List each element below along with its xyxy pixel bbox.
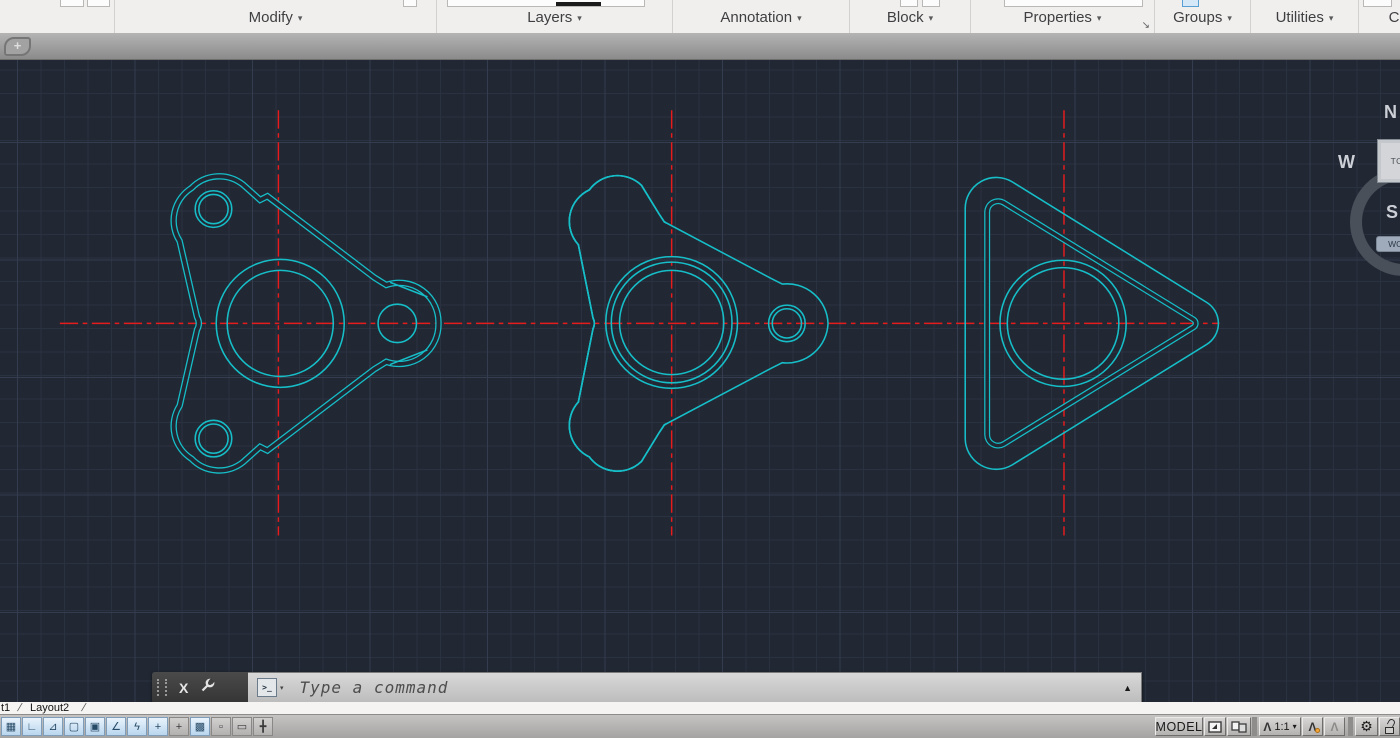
toggle-selection-cycling[interactable]: ▩ (190, 717, 210, 736)
panel-label: Properties (1024, 9, 1092, 26)
layout-icon (1208, 721, 1222, 733)
panel-label: Block (887, 9, 924, 26)
ribbon-panel-modify[interactable]: Modify ▾ (115, 0, 437, 33)
tab-separator: / (80, 702, 87, 714)
quick-view-drawings-button[interactable] (1227, 717, 1251, 736)
ribbon-panel-groups[interactable]: Groups ▾ (1155, 0, 1251, 33)
ribbon-panel-draw-clipped (0, 0, 115, 33)
annotation-scale-icon: Λ (1263, 721, 1271, 733)
orange-dot (1315, 728, 1320, 733)
annotation-autoscale-icon: Λ (1330, 721, 1338, 733)
toggle-infer-constraints[interactable]: ⊿ (43, 717, 63, 736)
toggle-polar-tracking[interactable]: ▣ (85, 717, 105, 736)
command-placeholder: Type a command (300, 678, 449, 697)
panel-label: Annotation (720, 9, 792, 26)
tab-layout1-clipped[interactable]: t1 (1, 702, 10, 714)
ui-lock-button[interactable] (1379, 717, 1400, 736)
command-prompt-icon[interactable]: >_ (257, 678, 277, 697)
status-separator (1252, 717, 1257, 736)
wrench-icon[interactable] (200, 678, 215, 698)
toggle-clean-screen[interactable]: ╋ (253, 717, 273, 736)
close-icon[interactable]: X (179, 680, 188, 696)
ribbon-panel-block[interactable]: Block ▾ (850, 0, 971, 33)
gear-icon: ⚙ (1360, 718, 1373, 735)
chevron-down-icon: ▾ (797, 13, 802, 23)
ribbon-panel-utilities[interactable]: Utilities ▾ (1251, 0, 1359, 33)
chevron-down-icon: ▾ (1329, 13, 1334, 23)
drawing-canvas[interactable]: N W S TOP WCS X >_ ▾ Type a comm (0, 60, 1400, 702)
chevron-down-icon[interactable]: ▾ (280, 684, 284, 692)
annotation-scale-button[interactable]: Λ 1:1 ▾ (1259, 717, 1301, 736)
viewcube-west[interactable]: W (1338, 152, 1355, 173)
drawing-tab-bar: + (0, 33, 1400, 60)
unlock-icon (1384, 720, 1396, 734)
annotation-scale-value: 1:1 (1274, 721, 1289, 733)
viewcube-north[interactable]: N (1384, 102, 1397, 123)
command-line-bar: X >_ ▾ Type a command ▲ (152, 672, 1142, 702)
toggle-isometric-drafting[interactable]: ∠ (106, 717, 126, 736)
panel-label: C (1389, 9, 1400, 26)
model-space-button[interactable]: MODEL (1155, 717, 1203, 736)
toggle-quick-properties[interactable]: ▫ (211, 717, 231, 736)
panel-launcher-icon[interactable]: ↘ (1142, 21, 1150, 31)
chevron-down-icon: ▾ (1293, 722, 1297, 731)
toggle-annotation-monitor[interactable]: ▭ (232, 717, 252, 736)
viewcube-south[interactable]: S (1386, 202, 1398, 223)
viewcube-wcs-menu[interactable]: WCS (1376, 236, 1400, 252)
toggle-grid-display[interactable]: ▦ (1, 717, 21, 736)
status-separator (1348, 717, 1353, 736)
chevron-down-icon: ▾ (1227, 13, 1232, 23)
ribbon-panel-clipboard-clipped[interactable]: C (1359, 0, 1400, 33)
autocad-window: Modify ▾ Layers ▾ Annotation ▾ Block ▾ Prope… (0, 0, 1400, 738)
drawings-icon (1231, 721, 1247, 733)
viewcube-top-face[interactable]: TOP (1377, 139, 1400, 183)
cad-geometry (0, 60, 1400, 702)
toggle-object-snap-tracking[interactable]: + (148, 717, 168, 736)
layout-tab-row: t1 / Layout2 / (0, 702, 1400, 714)
ribbon-panel-strip: Modify ▾ Layers ▾ Annotation ▾ Block ▾ Prope… (0, 0, 1400, 34)
command-history-toggle-icon[interactable]: ▲ (1123, 683, 1132, 693)
panel-label: Modify (249, 9, 293, 26)
toggle-object-snap[interactable]: + (169, 717, 189, 736)
chevron-down-icon: ▾ (1097, 13, 1102, 23)
ribbon-panel-layers[interactable]: Layers ▾ (437, 0, 673, 33)
panel-label: Groups (1173, 9, 1222, 26)
status-bar: ▦ ∟ ⊿ ▢ ▣ ∠ ϟ + + ▩ ▫ ▭ ╋ MODEL Λ 1:1 (0, 714, 1400, 738)
ribbon-panel-properties[interactable]: Properties ▾ ↘ (971, 0, 1155, 33)
toggle-ortho-mode[interactable]: ▢ (64, 717, 84, 736)
chevron-down-icon: ▾ (298, 13, 303, 23)
toggle-snap-mode[interactable]: ∟ (22, 717, 42, 736)
new-drawing-tab-button[interactable]: + (4, 37, 31, 56)
panel-label: Utilities (1276, 9, 1324, 26)
quick-view-layouts-button[interactable] (1204, 717, 1226, 736)
chevron-down-icon: ▾ (929, 13, 934, 23)
drag-grip-icon[interactable] (157, 679, 167, 696)
workspace-switching-button[interactable]: ⚙ (1355, 717, 1378, 736)
annotation-visibility-button[interactable]: Λ (1302, 717, 1323, 736)
command-input[interactable]: >_ ▾ Type a command ▲ (248, 672, 1142, 702)
toggle-dynamic-input[interactable]: ϟ (127, 717, 147, 736)
tab-layout2[interactable]: Layout2 (30, 702, 69, 714)
chevron-down-icon: ▾ (577, 13, 582, 23)
panel-label: Layers (527, 9, 572, 26)
ribbon-panel-annotation[interactable]: Annotation ▾ (673, 0, 850, 33)
annotation-autoscale-button[interactable]: Λ (1324, 717, 1345, 736)
command-bar-handle[interactable]: X (152, 672, 248, 702)
tab-separator: / (16, 702, 23, 714)
